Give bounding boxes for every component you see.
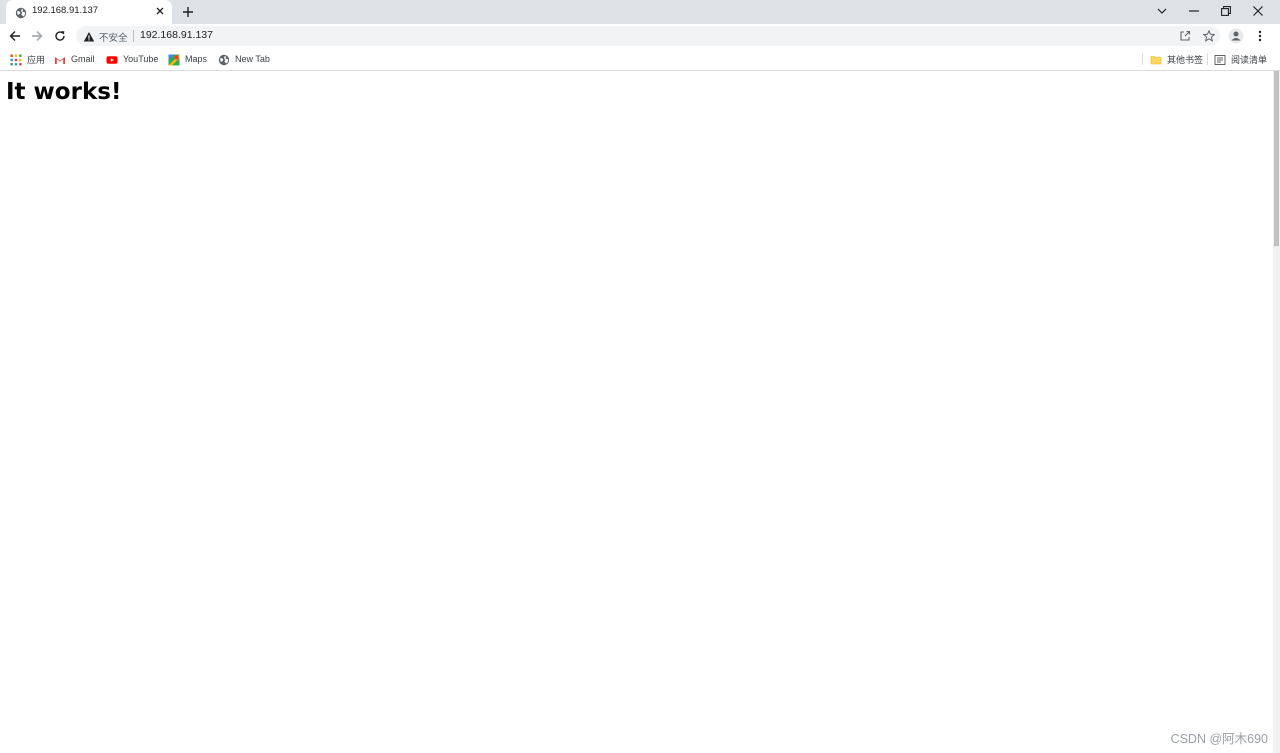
page-content: It works! [0, 71, 1273, 753]
omnibox-divider [133, 30, 134, 42]
bookmark-divider [1142, 53, 1143, 65]
maps-icon [168, 53, 180, 66]
bookmarks-bar: 应用 Gmail YouTube Maps New Tab 其他书签 阅读清单 [0, 48, 1280, 71]
restore-icon[interactable] [1211, 0, 1241, 22]
active-tab[interactable]: 192.168.91.137 [6, 0, 172, 24]
tab-search-icon[interactable] [1147, 0, 1177, 22]
warning-icon[interactable] [83, 30, 95, 42]
bookmark-label: New Tab [235, 54, 270, 64]
browser-toolbar: 不安全 192.168.91.137 [0, 24, 1280, 48]
back-arrow-icon[interactable] [6, 27, 24, 45]
profile-avatar-icon[interactable] [1227, 27, 1245, 45]
tab-strip: 192.168.91.137 [0, 0, 1280, 24]
vertical-scrollbar[interactable] [1273, 71, 1280, 753]
bookmark-gmail[interactable]: Gmail [54, 52, 95, 66]
other-bookmarks-label: 其他书签 [1167, 54, 1204, 65]
bookmark-label: Maps [185, 54, 208, 64]
close-window-icon[interactable] [1243, 0, 1273, 22]
bookmark-label: 应用 [27, 54, 46, 65]
security-label[interactable]: 不安全 [99, 30, 128, 44]
minimize-icon[interactable] [1179, 0, 1209, 22]
page-heading: It works! [6, 79, 122, 105]
new-tab-button[interactable] [180, 4, 196, 20]
forward-arrow-icon[interactable] [28, 27, 46, 45]
bookmark-apps[interactable]: 应用 [10, 52, 45, 66]
watermark: CSDN @阿木690 [1170, 732, 1268, 746]
tab-title: 192.168.91.137 [32, 5, 99, 16]
bookmark-maps[interactable]: Maps [168, 52, 207, 66]
reading-list-icon [1214, 53, 1226, 65]
url-text[interactable]: 192.168.91.137 [140, 29, 213, 41]
folder-icon [1150, 53, 1162, 65]
address-bar[interactable]: 不安全 192.168.91.137 [76, 26, 1220, 46]
globe-icon [218, 53, 230, 66]
more-menu-icon[interactable] [1251, 27, 1269, 45]
bookmark-new-tab[interactable]: New Tab [218, 52, 270, 66]
star-icon[interactable] [1201, 28, 1217, 44]
reload-icon[interactable] [51, 27, 69, 45]
share-icon[interactable] [1177, 28, 1193, 44]
bookmark-youtube[interactable]: YouTube [106, 52, 158, 66]
globe-icon [15, 6, 27, 19]
bookmark-divider [1207, 53, 1208, 65]
bookmark-label: Gmail [71, 54, 95, 64]
scrollbar-thumb[interactable] [1274, 71, 1279, 246]
apps-grid-icon [10, 53, 22, 66]
reading-list-label: 阅读清单 [1231, 54, 1268, 65]
reading-list[interactable]: 阅读清单 [1214, 52, 1267, 66]
youtube-icon [106, 53, 118, 65]
gmail-icon [54, 53, 66, 65]
close-tab-icon[interactable] [154, 5, 166, 17]
other-bookmarks[interactable]: 其他书签 [1150, 52, 1203, 66]
bookmark-label: YouTube [123, 54, 159, 64]
